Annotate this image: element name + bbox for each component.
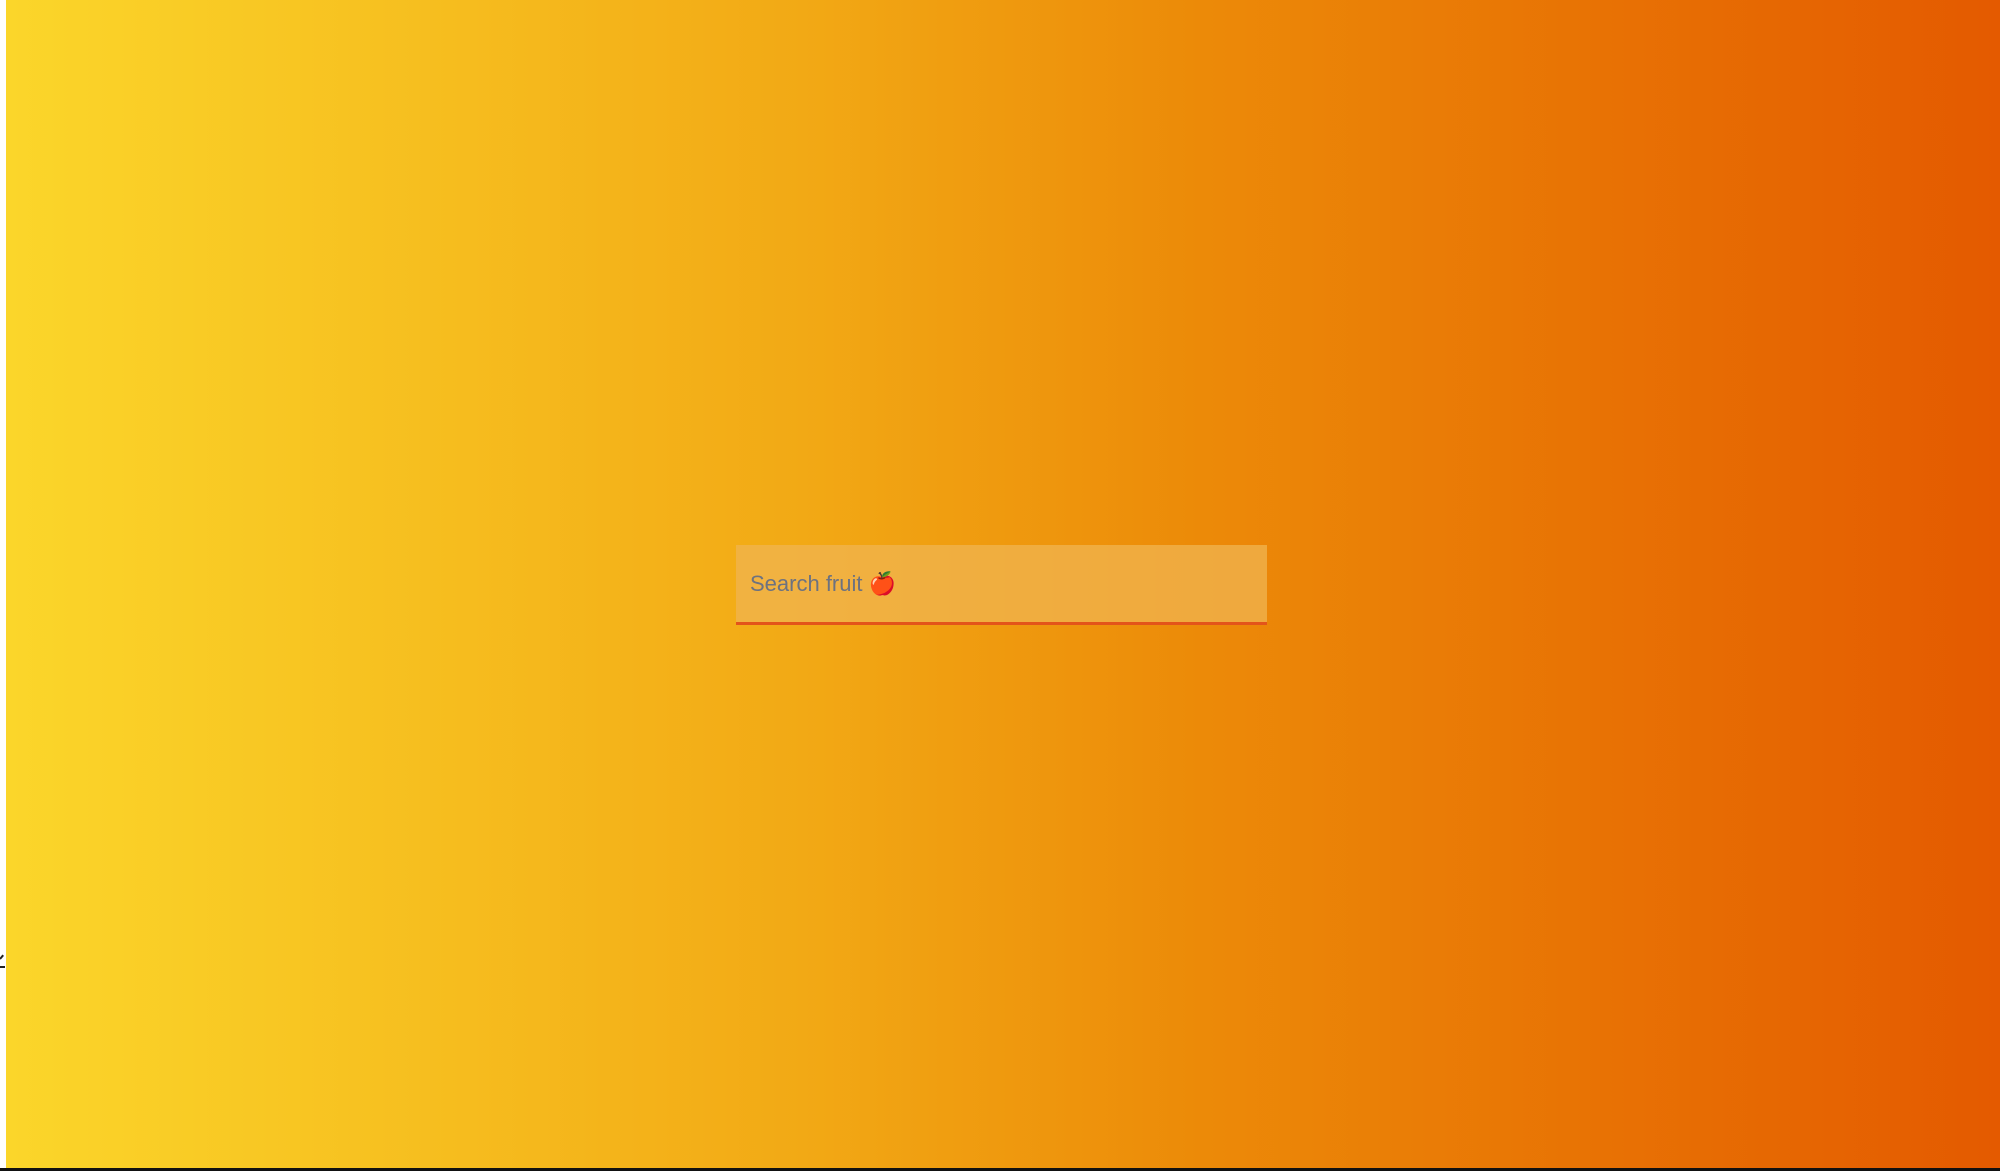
search-bar	[736, 545, 1267, 625]
search-input[interactable]	[736, 545, 1267, 622]
